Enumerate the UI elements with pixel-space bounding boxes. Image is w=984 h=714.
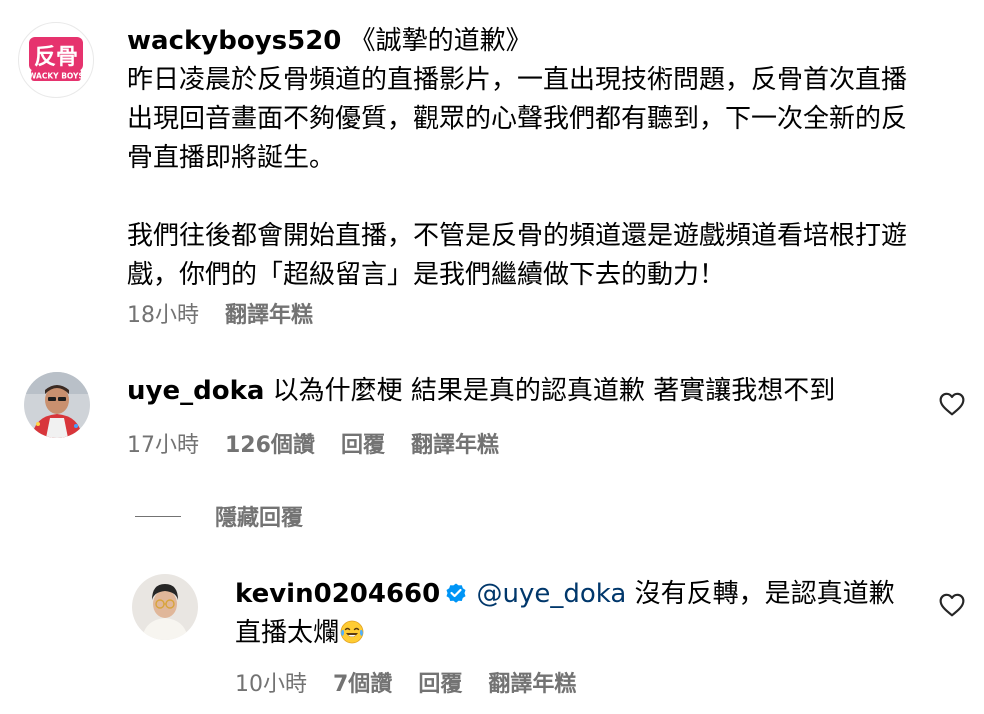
mention-link[interactable]: @uye_doka (477, 579, 627, 609)
kevin-avatar[interactable] (132, 574, 198, 640)
logo-text: 反骨 (34, 45, 78, 70)
divider-line (135, 515, 181, 517)
reply-button[interactable]: 回覆 (341, 427, 385, 459)
uye-avatar-image (24, 372, 90, 438)
face-with-tears-of-joy-icon (340, 620, 364, 644)
reply-button[interactable]: 回覆 (418, 666, 462, 698)
comment-uye: uye_doka 以為什麼梗 結果是真的認真道歉 著實讓我想不到 (127, 372, 917, 411)
post-username[interactable]: wackyboys520 (127, 26, 341, 56)
comment-username[interactable]: uye_doka (127, 376, 264, 406)
hide-replies-button[interactable]: 隱藏回覆 (135, 500, 303, 532)
post-translate-button[interactable]: 翻譯年糕 (225, 297, 313, 329)
post-caption: wackyboys520 《誠摯的道歉》 昨日凌晨於反骨頻道的直播影片，一直出現… (127, 22, 927, 295)
hide-replies-label: 隱藏回覆 (215, 506, 304, 531)
comment-time: 17小時 (127, 433, 199, 458)
verified-badge-icon (446, 583, 466, 603)
wackyboys-logo: 反骨 WACKY BOYS (28, 37, 84, 81)
comment-likes[interactable]: 126個讚 (225, 427, 315, 459)
translate-button[interactable]: 翻譯年糕 (488, 666, 576, 698)
reply-kevin: kevin0204660 @uye_doka 沒有反轉，是認真道歉直播太爛 (235, 575, 895, 653)
post-paragraph-1: 昨日凌晨於反骨頻道的直播影片，一直出現技術問題，反骨首次直播出現回音畫面不夠優質… (127, 65, 908, 173)
comment-text: 以為什麼梗 結果是真的認真道歉 著實讓我想不到 (272, 376, 836, 406)
reply-time: 10小時 (235, 672, 307, 697)
kevin-avatar-image (132, 574, 198, 640)
logo-subtext: WACKY BOYS (28, 72, 84, 81)
post-title: 《誠摯的道歉》 (349, 26, 532, 56)
post-time: 18小時 (127, 303, 199, 328)
post-avatar[interactable]: 反骨 WACKY BOYS (18, 22, 94, 98)
post-paragraph-2: 我們往後都會開始直播，不管是反骨的頻道還是遊戲頻道看培根打遊戲，你們的「超級留言… (127, 221, 908, 290)
reply-username[interactable]: kevin0204660 (235, 579, 440, 609)
translate-button[interactable]: 翻譯年糕 (411, 427, 499, 459)
post-meta: 18小時 翻譯年糕 (127, 297, 313, 329)
reply-likes[interactable]: 7個讚 (333, 666, 392, 698)
heart-icon[interactable] (939, 392, 965, 416)
reply-kevin-meta: 10小時 7個讚 回覆 翻譯年糕 (235, 666, 576, 698)
uye-avatar[interactable] (24, 372, 90, 438)
comment-uye-meta: 17小時 126個讚 回覆 翻譯年糕 (127, 427, 499, 459)
heart-icon[interactable] (939, 593, 965, 617)
